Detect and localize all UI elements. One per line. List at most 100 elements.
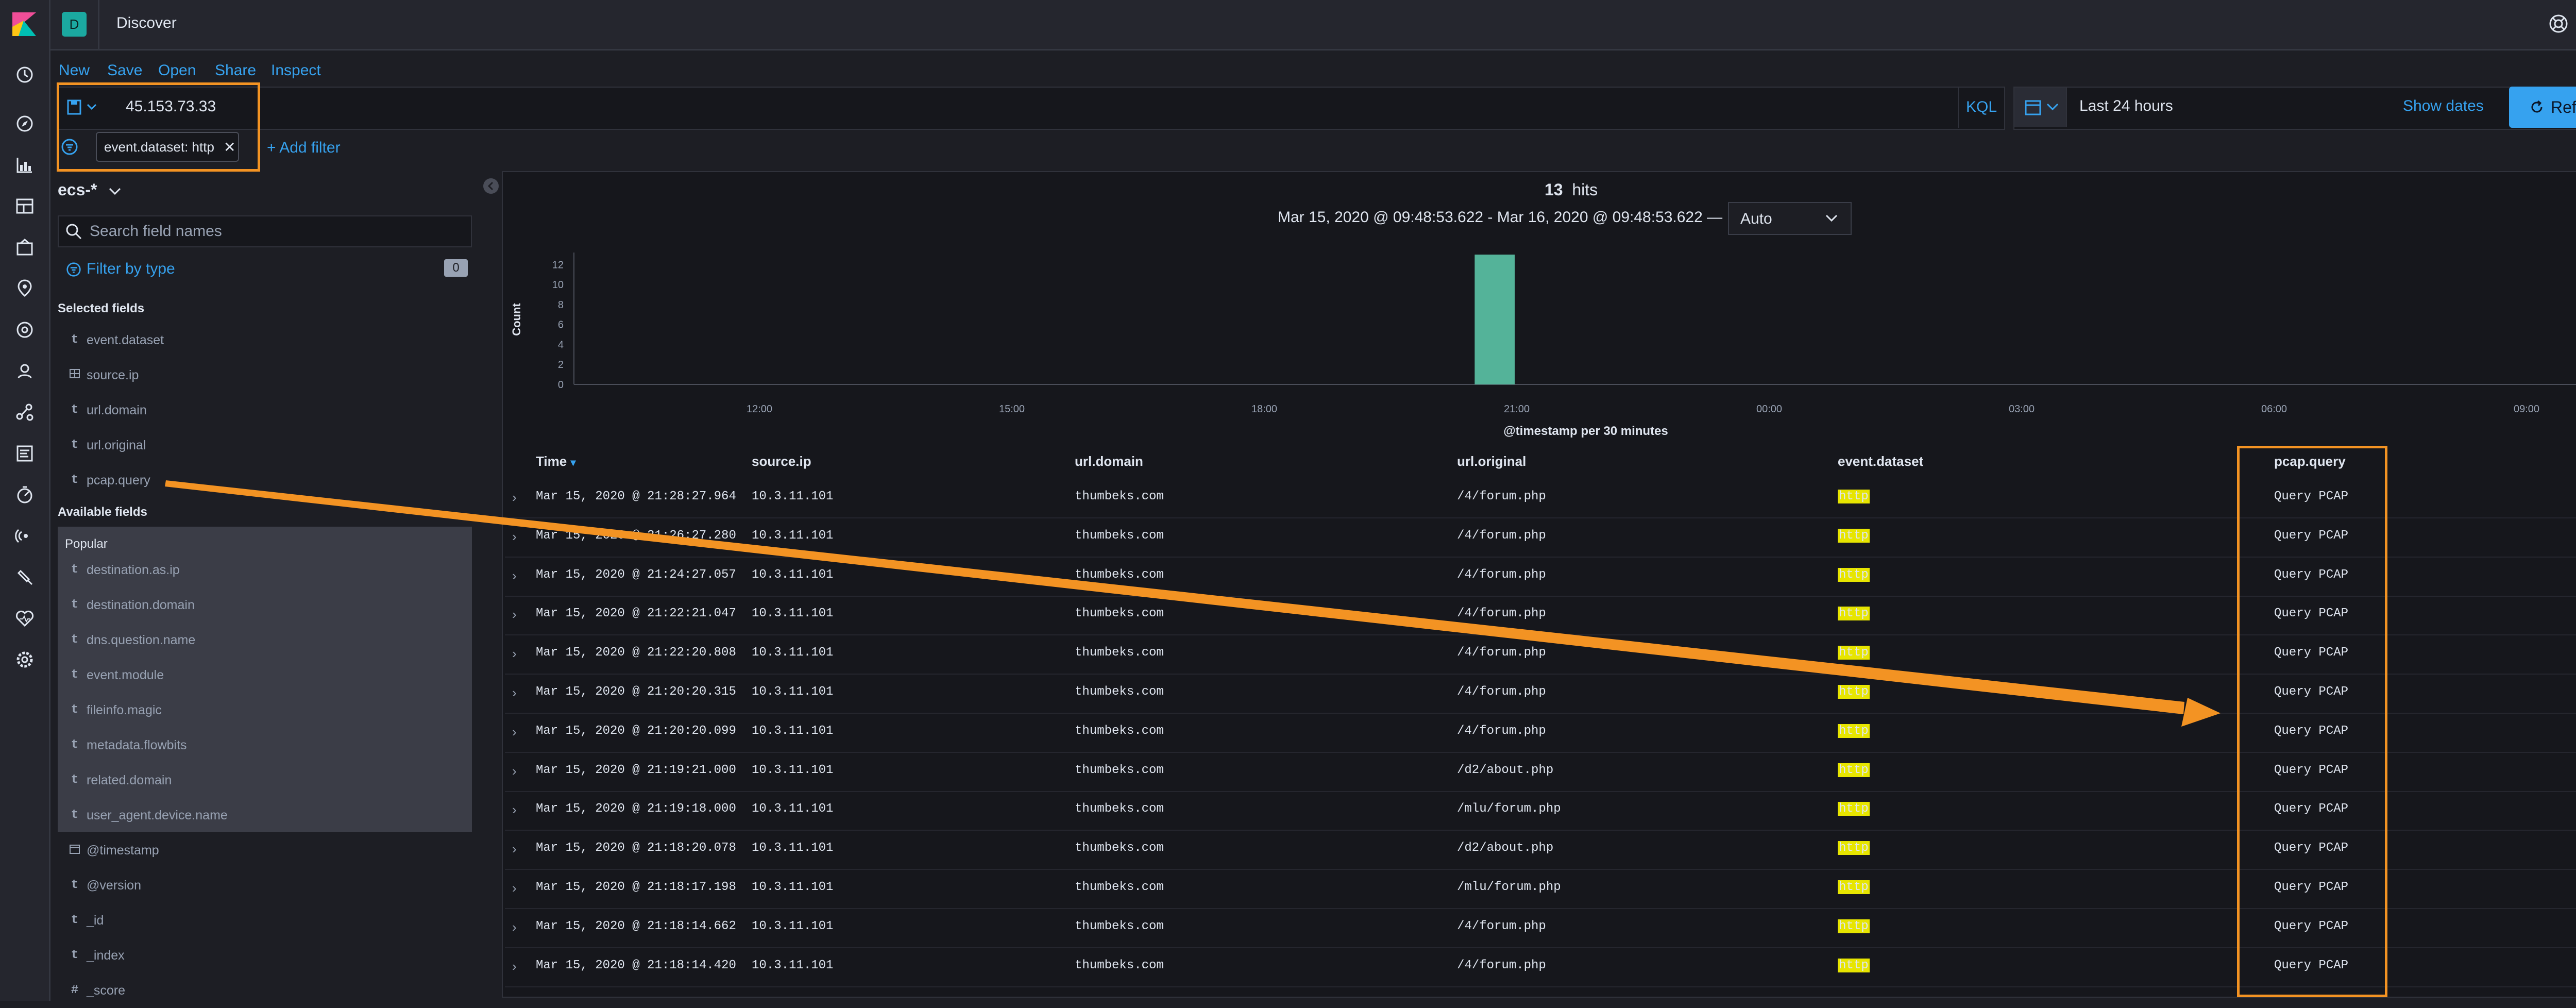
expand-row-icon[interactable]: › xyxy=(512,919,517,935)
uptime-icon[interactable] xyxy=(14,526,35,546)
expand-row-icon[interactable]: › xyxy=(512,646,517,662)
field-source-ip[interactable]: source.ip xyxy=(58,359,472,393)
menu-inspect[interactable]: Inspect xyxy=(271,62,321,79)
cell-url-domain: thumbeks.com xyxy=(1075,958,1164,972)
column-header-time[interactable]: Time ▾ xyxy=(536,453,576,469)
query-bar[interactable] xyxy=(58,87,2005,130)
cell-event-dataset: http xyxy=(1838,841,1870,855)
expand-row-icon[interactable]: › xyxy=(512,802,517,818)
cell-url-original: /d2/about.php xyxy=(1457,841,1554,855)
menu-new[interactable]: New xyxy=(59,62,90,79)
field-name: url.original xyxy=(87,438,146,452)
menu-save[interactable]: Save xyxy=(107,62,142,79)
cell-time: Mar 15, 2020 @ 21:18:20.078 xyxy=(536,841,736,855)
x-tick-label: 06:00 xyxy=(2261,404,2287,415)
canvas-icon[interactable] xyxy=(14,237,35,258)
field-timestamp[interactable]: @timestamp xyxy=(58,834,472,868)
cell-source-ip: 10.3.11.101 xyxy=(752,763,834,777)
apm-icon[interactable] xyxy=(14,484,35,505)
field-name: _index xyxy=(87,948,125,963)
menu-share[interactable]: Share xyxy=(215,62,256,79)
expand-row-icon[interactable]: › xyxy=(512,841,517,857)
field-name: pcap.query xyxy=(87,473,150,488)
field-event-module[interactable]: t event.module xyxy=(58,659,472,693)
field-metadata-flowbits[interactable]: t metadata.flowbits xyxy=(58,729,472,763)
cell-source-ip: 10.3.11.101 xyxy=(752,685,834,699)
field-dns-question-name[interactable]: t dns.question.name xyxy=(58,624,472,658)
recently-viewed-icon[interactable] xyxy=(14,64,35,85)
histogram-bar[interactable] xyxy=(1475,255,1515,384)
field-event-dataset[interactable]: t event.dataset xyxy=(58,324,472,358)
monitoring-icon[interactable] xyxy=(14,608,35,629)
string-type-icon: t xyxy=(71,668,79,682)
expand-row-icon[interactable]: › xyxy=(512,685,517,701)
string-type-icon: t xyxy=(71,438,79,452)
sort-desc-icon[interactable]: ▾ xyxy=(570,457,575,468)
expand-row-icon[interactable]: › xyxy=(512,880,517,896)
field-user-agent-device-name[interactable]: t user_agent.device.name xyxy=(58,799,472,833)
cell-event-dataset: http xyxy=(1838,685,1870,699)
expand-row-icon[interactable]: › xyxy=(512,763,517,779)
expand-row-icon[interactable]: › xyxy=(512,724,517,740)
field-destination-domain[interactable]: t destination.domain xyxy=(58,589,472,623)
field-id[interactable]: t _id xyxy=(58,904,472,938)
siem-icon[interactable] xyxy=(14,361,35,381)
space-avatar[interactable]: D xyxy=(62,12,87,37)
cell-url-original: /4/forum.php xyxy=(1457,919,1546,933)
expand-row-icon[interactable]: › xyxy=(512,568,517,584)
histogram-chart[interactable]: Count 0 2 4 6 8 10 12 12:00 15:00 18:00 21:00 00:0… xyxy=(502,242,2576,443)
expand-row-icon[interactable]: › xyxy=(512,490,517,506)
string-type-icon: t xyxy=(71,598,79,612)
date-range-text[interactable]: Last 24 hours xyxy=(2079,97,2173,115)
visualize-icon[interactable] xyxy=(14,155,35,175)
field-name: @version xyxy=(87,878,141,893)
interval-value[interactable]: Auto xyxy=(1740,210,1772,228)
show-dates-link[interactable]: Show dates xyxy=(2403,97,2484,115)
dashboard-icon[interactable] xyxy=(14,196,35,216)
field-fileinfo-magic[interactable]: t fileinfo.magic xyxy=(58,694,472,728)
column-header-event-dataset[interactable]: event.dataset xyxy=(1838,453,1923,469)
y-tick-label: 6 xyxy=(558,320,564,331)
expand-row-icon[interactable]: › xyxy=(512,529,517,545)
cell-url-domain: thumbeks.com xyxy=(1075,763,1164,777)
cell-time: Mar 15, 2020 @ 21:18:14.662 xyxy=(536,919,736,933)
column-header-url-domain[interactable]: url.domain xyxy=(1075,453,1143,469)
field-url-original[interactable]: t url.original xyxy=(58,429,472,463)
kibana-logo-icon[interactable] xyxy=(11,11,37,37)
logs-icon[interactable] xyxy=(14,443,35,464)
collapse-sidebar-button[interactable] xyxy=(483,178,499,194)
field-score[interactable]: # _score xyxy=(58,974,472,1008)
column-header-url-original[interactable]: url.original xyxy=(1457,453,1526,469)
expand-row-icon[interactable]: › xyxy=(512,607,517,623)
field-name: fileinfo.magic xyxy=(87,703,162,717)
quick-menu-button[interactable] xyxy=(2014,88,2067,127)
menu-open[interactable]: Open xyxy=(158,62,196,79)
field-pcap-query[interactable]: t pcap.query xyxy=(58,464,472,498)
cell-source-ip: 10.3.11.101 xyxy=(752,841,834,855)
graph-icon[interactable] xyxy=(14,402,35,423)
field-related-domain[interactable]: t related.domain xyxy=(58,764,472,798)
dev-tools-icon[interactable] xyxy=(14,567,35,587)
field-version[interactable]: t @version xyxy=(58,869,472,903)
refresh-button[interactable]: Refresh xyxy=(2509,87,2576,128)
index-pattern-selector[interactable]: ecs-* xyxy=(58,180,121,199)
field-search-input[interactable]: Search field names xyxy=(90,223,222,240)
help-icon[interactable] xyxy=(2548,13,2569,34)
field-name: event.module xyxy=(87,668,164,682)
field-destination-as-ip[interactable]: t destination.as.ip xyxy=(58,553,472,587)
add-filter-button[interactable]: + Add filter xyxy=(267,139,341,157)
available-fields-title: Available fields xyxy=(58,505,147,519)
machine-learning-icon[interactable] xyxy=(14,320,35,340)
maps-icon[interactable] xyxy=(14,278,35,299)
column-header-source-ip[interactable]: source.ip xyxy=(752,453,811,469)
management-gear-icon[interactable] xyxy=(14,649,35,670)
expand-row-icon[interactable]: › xyxy=(512,959,517,975)
discover-icon[interactable] xyxy=(14,113,35,134)
filter-by-type-button[interactable]: Filter by type xyxy=(66,260,175,278)
cell-time: Mar 15, 2020 @ 21:22:21.047 xyxy=(536,607,736,621)
cell-source-ip: 10.3.11.101 xyxy=(752,528,834,543)
kql-toggle-button[interactable]: KQL xyxy=(1958,87,2004,128)
field-index[interactable]: t _index xyxy=(58,939,472,973)
field-name: event.dataset xyxy=(87,333,164,347)
field-url-domain[interactable]: t url.domain xyxy=(58,394,472,428)
